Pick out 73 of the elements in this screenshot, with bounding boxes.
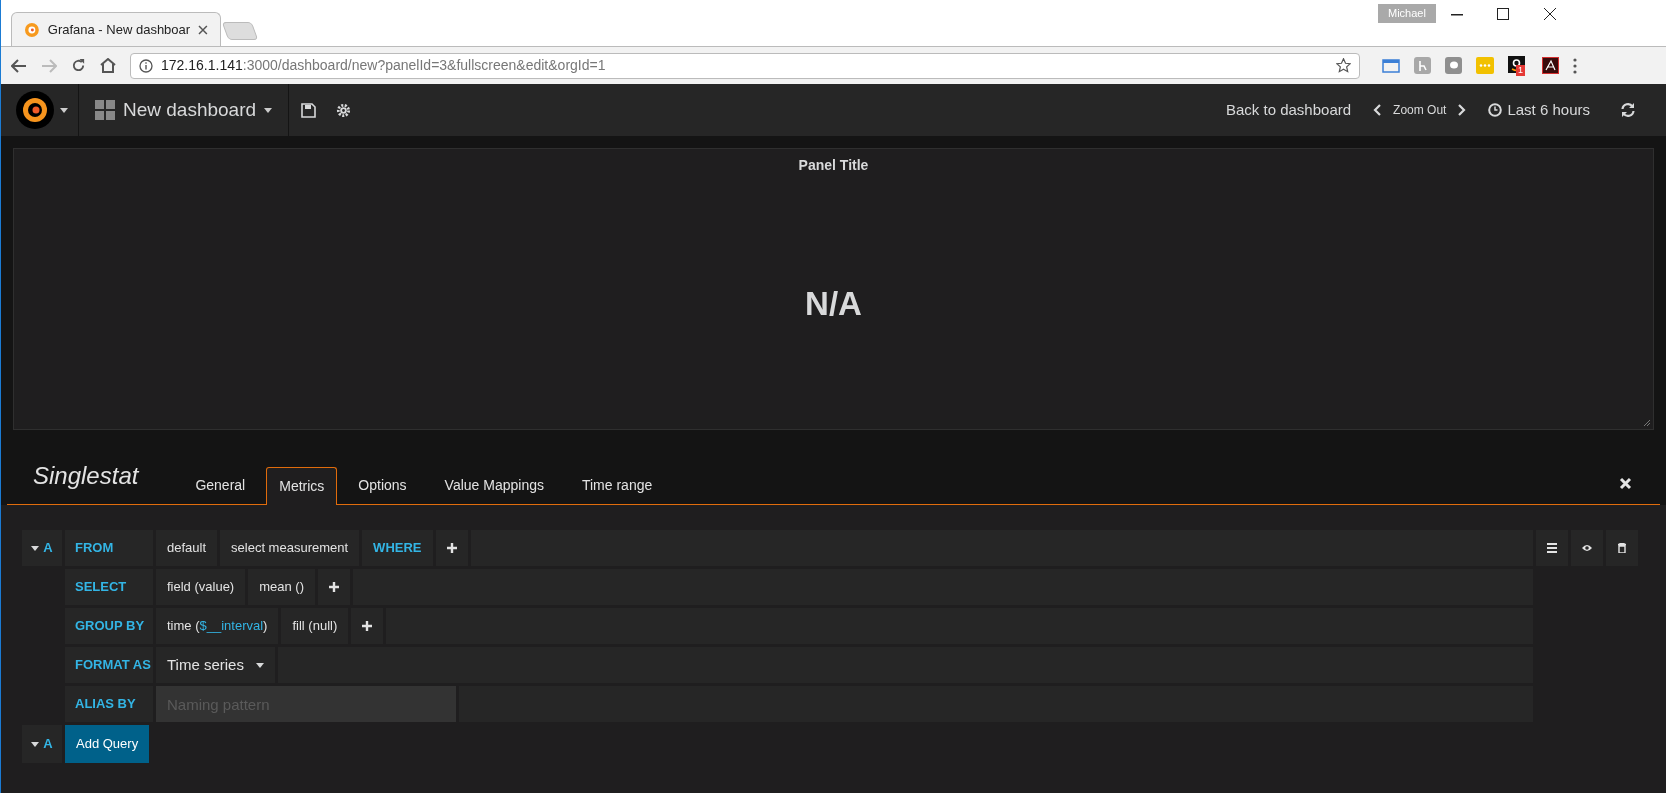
editor-tab[interactable]: General (178, 466, 263, 504)
add-segment-button[interactable] (318, 569, 350, 605)
extension-icon[interactable] (1445, 57, 1462, 74)
editor-tab[interactable]: Value Mappings (427, 466, 561, 504)
grid-icon (95, 100, 115, 120)
query-row-label: FROM (65, 530, 153, 566)
screen-capture-icon[interactable] (1382, 57, 1400, 74)
refresh-icon[interactable] (1620, 102, 1636, 118)
stat-value: N/A (805, 284, 862, 324)
pdf-extension-icon[interactable] (1542, 57, 1559, 74)
time-range-picker[interactable]: Last 6 hours (1488, 98, 1590, 122)
back-to-dashboard-link[interactable]: Back to dashboard (1226, 98, 1352, 122)
star-icon[interactable] (1336, 58, 1351, 73)
chevron-left-icon[interactable] (1373, 104, 1382, 116)
query-segment[interactable]: mean () (248, 569, 315, 605)
zoom-out-button[interactable]: Zoom Out (1393, 101, 1447, 119)
plus-icon (446, 543, 457, 553)
add-query-button[interactable]: Add Query (65, 725, 150, 763)
close-icon[interactable] (1544, 8, 1556, 20)
caret-down-icon (31, 545, 40, 551)
keyword-segment[interactable]: WHERE (362, 530, 433, 566)
eye-icon (1582, 543, 1592, 553)
query-segment[interactable]: field (value) (156, 569, 246, 605)
query-row-label: ALIAS BY (65, 686, 153, 722)
query-row-label: GROUP BY (65, 608, 153, 644)
caret-down-icon (31, 741, 40, 747)
format-dropdown[interactable]: Time series (156, 647, 275, 683)
back-arrow-icon[interactable] (11, 58, 27, 73)
browser-tab[interactable]: Grafana - New dashboar (11, 12, 221, 46)
save-icon[interactable] (301, 102, 317, 118)
caret-down-icon (255, 662, 264, 668)
chevron-right-icon[interactable] (1458, 104, 1467, 116)
minimize-icon[interactable] (1451, 14, 1463, 16)
address-bar[interactable]: 172.16.1.141:3000/dashboard/new?panelId=3&fullscreen&edit&orgId=1 (130, 52, 1360, 79)
options-menu-button[interactable] (1536, 530, 1568, 566)
query-toggle[interactable]: A (22, 530, 62, 566)
close-icon[interactable] (198, 24, 208, 35)
editor-tab[interactable]: Options (341, 466, 424, 504)
settings-icon[interactable] (336, 102, 352, 118)
tab-title: Grafana - New dashboar (47, 20, 191, 39)
url-text: 172.16.1.141:3000/dashboard/new?panelId=3&fullscreen&edit&orgId=1 (161, 56, 606, 75)
spiral-logo-icon (24, 21, 40, 38)
plus-icon (362, 621, 373, 631)
options-menu-icon (1547, 543, 1557, 553)
add-segment-button[interactable] (351, 608, 384, 644)
eye-button[interactable] (1571, 530, 1603, 566)
resize-handle-icon[interactable] (1643, 419, 1651, 427)
plus-icon (329, 582, 339, 592)
editor-tab[interactable]: Time range (564, 466, 670, 504)
notification-badge: 1 (1516, 64, 1525, 76)
info-icon[interactable] (139, 58, 153, 73)
reload-icon[interactable] (71, 58, 86, 73)
caret-down-icon[interactable] (60, 107, 68, 113)
query-row-label: FORMAT AS (65, 647, 153, 683)
query-toggle[interactable]: A (22, 725, 62, 763)
trash-icon (1617, 543, 1627, 553)
caret-down-icon (264, 107, 273, 113)
editor-title: Singlestat (33, 461, 139, 491)
query-segment[interactable]: default (156, 530, 218, 566)
dashboard-picker[interactable]: New dashboard (79, 84, 290, 136)
query-segment[interactable]: select measurement (220, 530, 360, 566)
editor-tab[interactable]: Metrics (266, 467, 338, 505)
spiral-logo-icon[interactable] (16, 91, 54, 129)
query-segment[interactable]: fill (null) (281, 608, 349, 644)
panel-title[interactable]: Panel Title (798, 155, 869, 176)
clock-icon (1488, 103, 1503, 117)
trash-button[interactable] (1606, 530, 1638, 566)
add-segment-button[interactable] (435, 530, 468, 566)
query-segment[interactable]: time ($__interval) (156, 608, 279, 644)
menu-icon[interactable] (1573, 57, 1577, 74)
query-row-label: SELECT (65, 569, 153, 605)
home-icon[interactable] (100, 58, 116, 73)
maximize-icon[interactable] (1497, 8, 1509, 20)
